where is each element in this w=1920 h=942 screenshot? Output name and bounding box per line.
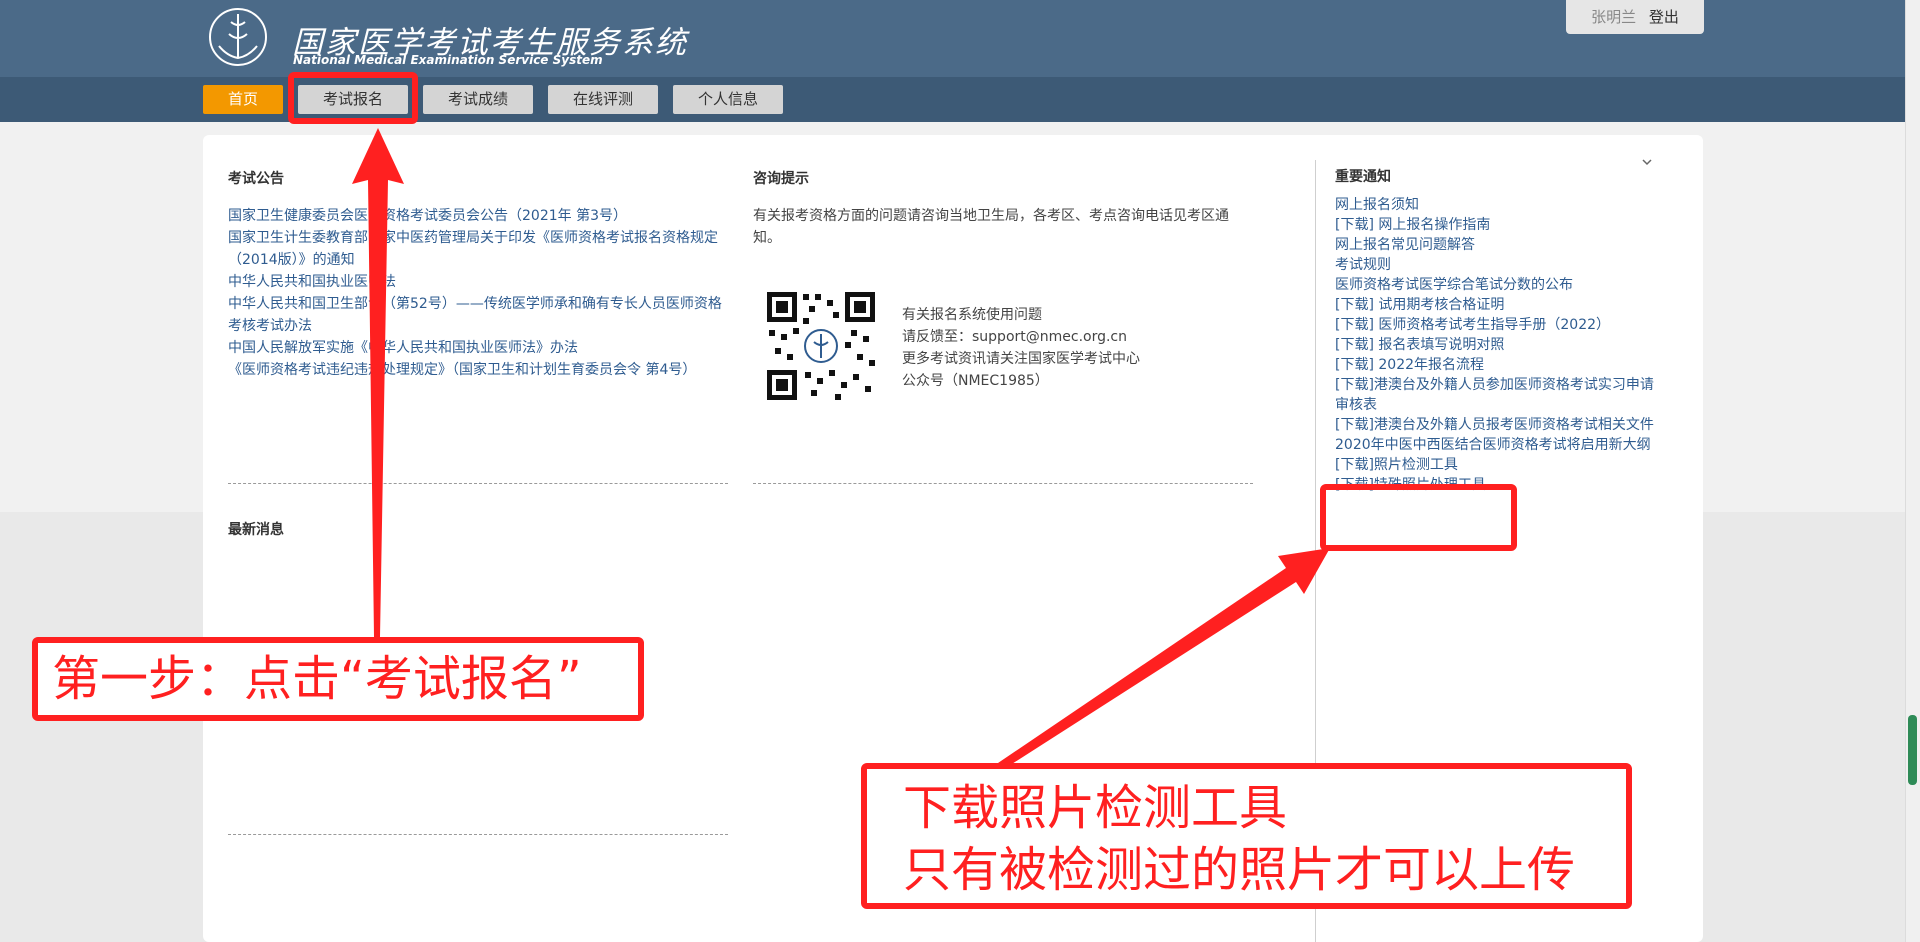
nav-online-assessment[interactable]: 在线评测 [548,85,658,114]
highlight-exam-registration [288,72,418,124]
step1-callout: 第一步：点击“考试报名” [32,637,644,721]
notice-item[interactable]: [下载] 2022年报名流程 [1335,355,1660,375]
notice-item[interactable]: [下载] 医师资格考试考生指导手册（2022） [1335,315,1660,335]
contact-line: 有关报名系统使用问题 [902,307,1042,323]
photo-tool-callout-line2: 只有被检测过的照片才可以上传 [903,842,1576,898]
notice-item[interactable]: 考试规则 [1335,255,1660,275]
photo-tool-callout-line1: 下载照片检测工具 [903,780,1288,836]
contact-line: 公众号（NMEC1985） [902,373,1049,389]
nav-home[interactable]: 首页 [203,85,283,114]
announcements-title: 考试公告 [228,171,284,187]
notice-item[interactable]: 网上报名须知 [1335,195,1660,215]
notice-item[interactable]: 医师资格考试医学综合笔试分数的公布 [1335,275,1660,295]
announcement-item[interactable]: 中国人民解放军实施《中华人民共和国执业医师法》办法 [228,337,728,359]
notice-item[interactable]: [下载] 报名表填写说明对照 [1335,335,1660,355]
announcements-divider [228,483,728,484]
notice-item[interactable]: 2020年中医中西医结合医师资格考试将启用新大纲 [1335,435,1660,455]
announcement-item[interactable]: 中华人民共和国卫生部令（第52号）——传统医学师承和确有专长人员医师资格考核考试… [228,293,728,337]
contact-line: 更多考试资讯请关注国家医学考试中心 [902,351,1140,367]
news-divider [228,834,728,835]
notices-list: 网上报名须知 [下载] 网上报名操作指南 网上报名常见问题解答 考试规则 医师资… [1335,195,1660,495]
scrollbar-thumb[interactable] [1908,715,1917,785]
consult-divider [753,483,1253,484]
notice-item[interactable]: [下载] 试用期考核合格证明 [1335,295,1660,315]
highlight-photo-tools [1320,484,1517,551]
notice-item[interactable]: [下载]港澳台及外籍人员参加医师资格考试实习申请审核表 [1335,375,1660,415]
announcement-item[interactable]: 《医师资格考试违纪违规处理规定》（国家卫生和计划生育委员会令 第4号） [228,359,728,381]
site-subtitle: National Medical Examination Service Sys… [293,53,603,67]
contact-info: 有关报名系统使用问题 请反馈至：support@nmec.org.cn 更多考试… [902,304,1140,392]
notices-title: 重要通知 [1335,169,1391,185]
nmec-logo-icon [209,8,267,66]
photo-tool-callout: 下载照片检测工具 只有被检测过的照片才可以上传 [861,763,1632,909]
scrollbar-track[interactable] [1905,0,1920,942]
announcement-item[interactable]: 中华人民共和国执业医师法 [228,271,728,293]
consult-title: 咨询提示 [753,171,809,187]
notice-item[interactable]: 网上报名常见问题解答 [1335,235,1660,255]
announcement-item[interactable]: 国家卫生计生委教育部国家中医药管理局关于印发《医师资格考试报名资格规定（2014… [228,227,728,271]
announcements-list: 国家卫生健康委员会医师资格考试委员会公告（2021年 第3号） 国家卫生计生委教… [228,205,728,381]
logout-link[interactable]: 登出 [1649,8,1679,26]
nav-personal-info[interactable]: 个人信息 [673,85,783,114]
announcement-item[interactable]: 国家卫生健康委员会医师资格考试委员会公告（2021年 第3号） [228,205,728,227]
nav-band [0,77,1905,122]
qr-code-icon [765,290,877,402]
notice-item[interactable]: [下载] 网上报名操作指南 [1335,215,1660,235]
user-box: 张明兰 登出 [1566,0,1704,34]
notice-item[interactable]: [下载]港澳台及外籍人员报考医师资格考试相关文件 [1335,415,1660,435]
chevron-down-icon[interactable] [1640,155,1654,169]
notice-item-photo-check-tool[interactable]: [下载]照片检测工具 [1335,455,1660,475]
news-title: 最新消息 [228,522,284,538]
contact-line: 请反馈至：support@nmec.org.cn [902,329,1128,345]
user-name: 张明兰 [1591,8,1637,26]
consult-text: 有关报考资格方面的问题请咨询当地卫生局，各考区、考点咨询电话见考区通知。 [753,208,1229,246]
nav-exam-scores[interactable]: 考试成绩 [423,85,533,114]
